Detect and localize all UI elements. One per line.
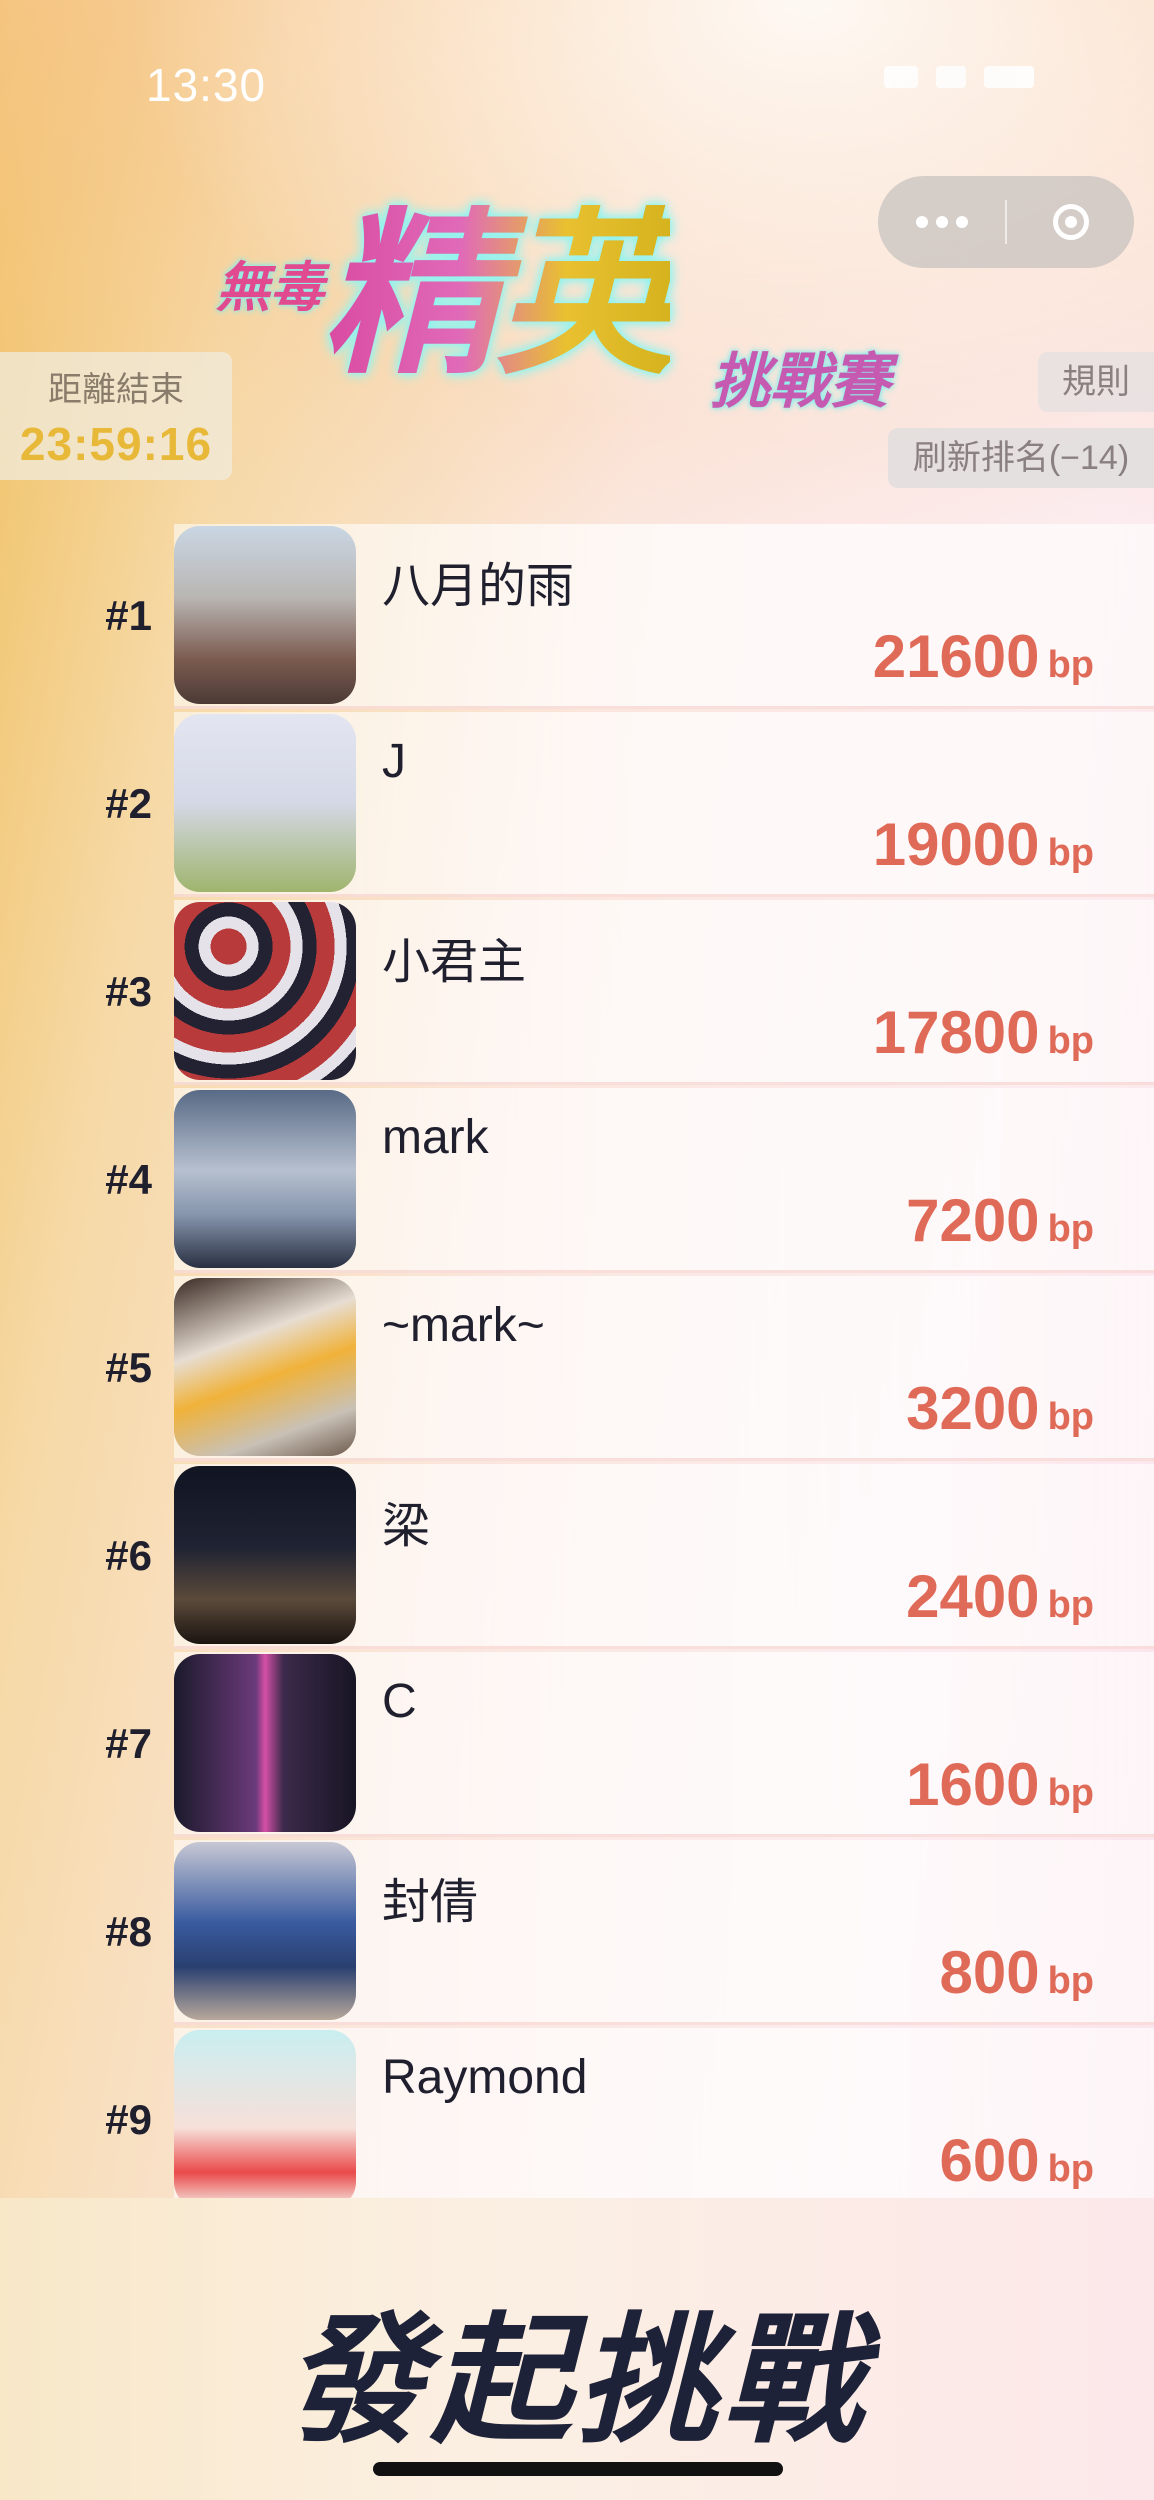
wifi-icon bbox=[936, 66, 966, 88]
ranking-row[interactable]: #2 J 19000 bp bbox=[0, 712, 1154, 900]
score-unit: bp bbox=[1047, 2148, 1094, 2190]
player-score: 800 bp bbox=[939, 1938, 1094, 2007]
logo-suffix: 挑戰賽 bbox=[710, 348, 890, 415]
countdown-panel: 距離結束 23:59:16 bbox=[0, 352, 232, 480]
logo-prefix: 無毒 bbox=[216, 258, 324, 318]
player-name: J bbox=[382, 735, 406, 788]
ranking-row[interactable]: #6 梁 2400 bp bbox=[0, 1464, 1154, 1652]
score-unit: bp bbox=[1047, 644, 1094, 686]
score-value: 21600 bbox=[872, 623, 1040, 690]
ranking-list: #1 八月的雨 21600 bp #2 J 19000 bp #3 小君主 1780… bbox=[0, 524, 1154, 2216]
rank-number: #5 bbox=[105, 1344, 152, 1391]
signal-icon bbox=[884, 66, 918, 88]
avatar bbox=[174, 1466, 356, 1644]
score-value: 17800 bbox=[872, 999, 1040, 1066]
player-score: 19000 bp bbox=[873, 810, 1094, 879]
rules-button[interactable]: 規則 bbox=[1038, 352, 1154, 412]
score-value: 800 bbox=[939, 1939, 1040, 2006]
score-value: 7200 bbox=[906, 1187, 1040, 1254]
score-unit: bp bbox=[1047, 1772, 1094, 1814]
status-time: 13:30 bbox=[146, 59, 267, 111]
logo-main: 精英 bbox=[322, 194, 676, 395]
score-value: 3200 bbox=[906, 1375, 1040, 1442]
score-value: 2400 bbox=[906, 1563, 1040, 1630]
avatar bbox=[174, 1654, 356, 1832]
countdown-time: 23:59:16 bbox=[19, 418, 213, 470]
score-unit: bp bbox=[1047, 1396, 1094, 1438]
player-name: 封倩 bbox=[382, 1876, 479, 1929]
player-name: 八月的雨 bbox=[382, 560, 575, 613]
score-value: 19000 bbox=[872, 811, 1040, 878]
score-unit: bp bbox=[1047, 1960, 1094, 2002]
start-challenge-button[interactable]: 發起挑戰 bbox=[0, 2268, 1154, 2470]
player-name: C bbox=[382, 1675, 417, 1728]
avatar bbox=[174, 1842, 356, 2020]
ranking-row[interactable]: #7 C 1600 bp bbox=[0, 1652, 1154, 1840]
ranking-row[interactable]: #3 小君主 17800 bp bbox=[0, 900, 1154, 1088]
rank-number: #7 bbox=[105, 1720, 152, 1767]
event-logo: 無毒 精英 挑戰賽 bbox=[210, 205, 950, 435]
avatar bbox=[174, 526, 356, 704]
player-name: 梁 bbox=[382, 1500, 431, 1553]
battery-icon bbox=[984, 66, 1034, 88]
avatar bbox=[174, 1090, 356, 1268]
score-unit: bp bbox=[1047, 1208, 1094, 1250]
player-score: 17800 bp bbox=[873, 998, 1094, 1067]
status-icons bbox=[884, 66, 1034, 88]
ranking-row[interactable]: #8 封倩 800 bp bbox=[0, 1840, 1154, 2028]
player-score: 21600 bp bbox=[873, 622, 1094, 691]
score-value: 600 bbox=[939, 2127, 1040, 2194]
rank-number: #2 bbox=[105, 780, 152, 827]
rank-number: #8 bbox=[105, 1908, 152, 1955]
player-name: mark bbox=[382, 1111, 489, 1164]
score-unit: bp bbox=[1047, 1584, 1094, 1626]
ranking-row[interactable]: #4 mark 7200 bp bbox=[0, 1088, 1154, 1276]
ranking-row[interactable]: #5 ~mark~ 3200 bp bbox=[0, 1276, 1154, 1464]
avatar bbox=[174, 2030, 356, 2208]
player-score: 3200 bp bbox=[906, 1374, 1094, 1443]
avatar bbox=[174, 1278, 356, 1456]
rank-number: #4 bbox=[105, 1156, 152, 1203]
player-name: 小君主 bbox=[382, 936, 527, 989]
player-score: 600 bp bbox=[939, 2126, 1094, 2195]
home-indicator[interactable] bbox=[373, 2462, 783, 2476]
ranking-row[interactable]: #9 Raymond 600 bp bbox=[0, 2028, 1154, 2216]
rank-number: #9 bbox=[105, 2096, 152, 2143]
close-miniprogram-icon[interactable] bbox=[1007, 204, 1134, 240]
player-name: Raymond bbox=[382, 2051, 588, 2104]
avatar bbox=[174, 902, 356, 1080]
player-score: 2400 bp bbox=[906, 1562, 1094, 1631]
score-unit: bp bbox=[1047, 832, 1094, 874]
score-unit: bp bbox=[1047, 1020, 1094, 1062]
score-value: 1600 bbox=[906, 1751, 1040, 1818]
avatar bbox=[174, 714, 356, 892]
rank-number: #1 bbox=[105, 592, 152, 639]
refresh-ranking-button[interactable]: 刷新排名(−14) bbox=[888, 428, 1154, 488]
player-name: ~mark~ bbox=[382, 1299, 545, 1352]
countdown-label: 距離結束 bbox=[48, 371, 184, 409]
rank-number: #6 bbox=[105, 1532, 152, 1579]
ranking-row[interactable]: #1 八月的雨 21600 bp bbox=[0, 524, 1154, 712]
player-score: 7200 bp bbox=[906, 1186, 1094, 1255]
rank-number: #3 bbox=[105, 968, 152, 1015]
player-score: 1600 bp bbox=[906, 1750, 1094, 1819]
